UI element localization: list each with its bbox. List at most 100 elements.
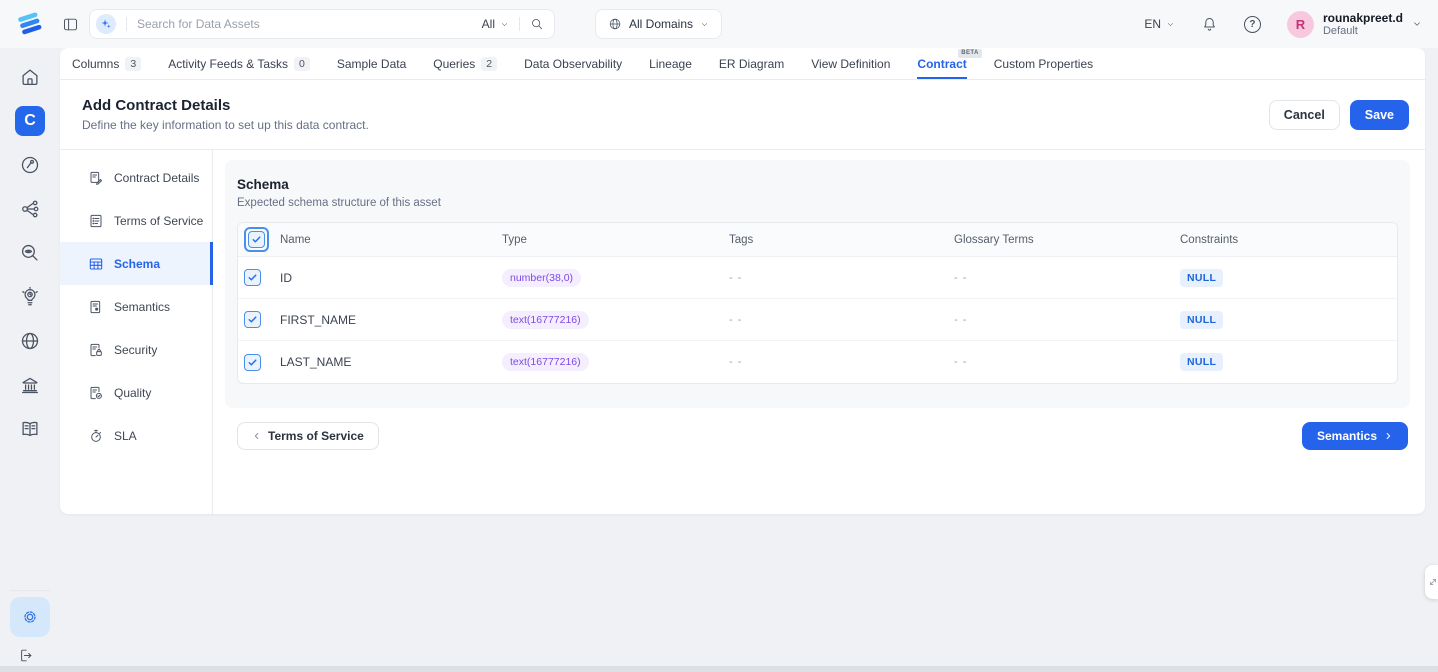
table-row: FIRST_NAME text(16777216) - - - - NULL: [238, 299, 1397, 341]
cell-name: FIRST_NAME: [280, 313, 502, 327]
asset-detail-card: Columns3 Activity Feeds & Tasks0 Sample …: [60, 48, 1425, 514]
page-title: Add Contract Details: [82, 97, 369, 114]
document-check-icon: [88, 385, 104, 401]
col-tags: Tags: [729, 234, 954, 246]
prev-step-button[interactable]: Terms of Service: [237, 422, 379, 450]
asset-tab-bar: Columns3 Activity Feeds & Tasks0 Sample …: [60, 48, 1425, 80]
tab-contract[interactable]: ContractBETA: [917, 48, 966, 79]
cell-name: ID: [280, 271, 502, 285]
tab-er-diagram[interactable]: ER Diagram: [719, 48, 784, 79]
tab-custom-properties[interactable]: Custom Properties: [994, 48, 1093, 79]
schema-title: Schema: [237, 177, 1398, 192]
step-navigation: Terms of Service Semantics: [225, 422, 1410, 450]
nav-item-label: Semantics: [114, 300, 170, 314]
topbar-right-cluster: EN ? R rounakpreet.d Default: [1144, 11, 1438, 38]
chevron-down-icon: [1166, 20, 1175, 29]
app-rail: C: [0, 48, 60, 666]
divider: [519, 17, 520, 31]
globe-icon[interactable]: [15, 326, 45, 356]
row-checkbox[interactable]: [244, 269, 261, 286]
nav-item-terms-of-service[interactable]: Terms of Service: [60, 199, 212, 242]
user-name: rounakpreet.d: [1323, 11, 1403, 25]
chevron-left-icon: [252, 431, 262, 441]
type-pill: text(16777216): [502, 353, 589, 371]
all-domains-dropdown[interactable]: All Domains: [595, 9, 722, 39]
nav-item-semantics[interactable]: Semantics: [60, 285, 212, 328]
insights-bulb-icon[interactable]: [15, 282, 45, 312]
tab-sample-data[interactable]: Sample Data: [337, 48, 406, 79]
cell-glossary-terms: - -: [954, 356, 1180, 368]
compass-icon[interactable]: [15, 150, 45, 180]
cancel-button[interactable]: Cancel: [1269, 100, 1340, 130]
contract-header: Add Contract Details Define the key info…: [60, 80, 1425, 150]
tab-data-observability[interactable]: Data Observability: [524, 48, 622, 79]
table-grid-icon: [88, 256, 104, 272]
stopwatch-icon: [88, 428, 104, 444]
ai-sparkle-icon[interactable]: [96, 14, 116, 34]
prev-step-label: Terms of Service: [268, 429, 364, 443]
atlan-logo[interactable]: [0, 8, 60, 40]
home-icon[interactable]: [15, 62, 45, 92]
beta-badge: BETA: [958, 49, 982, 58]
search-input[interactable]: [137, 17, 482, 31]
search-scope-label: All: [482, 17, 495, 31]
nav-item-contract-details[interactable]: Contract Details: [60, 156, 212, 199]
header-actions: Cancel Save: [1269, 100, 1409, 130]
tab-columns[interactable]: Columns3: [72, 48, 141, 79]
col-type: Type: [502, 234, 729, 246]
tab-activity-feeds-tasks[interactable]: Activity Feeds & Tasks0: [168, 48, 310, 79]
contract-section-nav: Contract Details Terms of Service Schema…: [60, 150, 213, 514]
resize-handle-widget[interactable]: [1425, 565, 1438, 599]
tab-queries[interactable]: Queries2: [433, 48, 497, 79]
col-name: Name: [280, 234, 502, 246]
top-bar: All All Domains EN ? R rounakpreet.d Def…: [0, 0, 1438, 48]
sidebar-toggle-icon[interactable]: [62, 16, 79, 33]
select-all-checkbox[interactable]: [248, 231, 265, 248]
next-step-button[interactable]: Semantics: [1302, 422, 1408, 450]
row-checkbox[interactable]: [244, 311, 261, 328]
lineage-network-icon[interactable]: [15, 194, 45, 224]
col-constraints: Constraints: [1180, 234, 1397, 246]
discover-search-eye-icon[interactable]: [15, 238, 45, 268]
constraint-pill: NULL: [1180, 311, 1223, 329]
select-all-focus-ring: [244, 227, 269, 252]
notifications-bell-icon[interactable]: [1201, 16, 1218, 33]
nav-item-label: Terms of Service: [114, 214, 203, 228]
col-glossary-terms: Glossary Terms: [954, 234, 1180, 246]
cell-glossary-terms: - -: [954, 314, 1180, 326]
catalog-app-icon[interactable]: C: [15, 106, 45, 136]
governance-bank-icon[interactable]: [15, 370, 45, 400]
logout-icon[interactable]: [17, 647, 34, 664]
divider: [126, 17, 127, 31]
document-list-icon: [88, 213, 104, 229]
nav-item-label: Security: [114, 343, 157, 357]
global-search[interactable]: All: [89, 9, 555, 39]
cell-tags: - -: [729, 356, 954, 368]
nav-item-schema[interactable]: Schema: [60, 242, 212, 285]
help-icon[interactable]: ?: [1244, 16, 1261, 33]
layers-logo-icon: [14, 8, 46, 40]
search-scope-dropdown[interactable]: All: [482, 17, 509, 31]
search-icon[interactable]: [530, 17, 544, 31]
row-checkbox[interactable]: [244, 354, 261, 371]
nav-item-security[interactable]: Security: [60, 328, 212, 371]
cell-tags: - -: [729, 314, 954, 326]
avatar[interactable]: R: [1287, 11, 1314, 38]
bottom-strip: [0, 666, 1438, 672]
page-subtitle: Define the key information to set up thi…: [82, 118, 369, 132]
user-menu[interactable]: R rounakpreet.d Default: [1287, 11, 1422, 38]
chevron-down-icon: [1412, 19, 1422, 29]
cell-tags: - -: [729, 272, 954, 284]
tab-lineage[interactable]: Lineage: [649, 48, 692, 79]
contract-body: Contract Details Terms of Service Schema…: [60, 150, 1425, 514]
language-dropdown[interactable]: EN: [1144, 17, 1175, 31]
schema-subtitle: Expected schema structure of this asset: [237, 197, 1398, 209]
type-pill: text(16777216): [502, 311, 589, 329]
tab-count: 3: [125, 57, 141, 71]
settings-gear-icon[interactable]: [10, 597, 50, 637]
tab-view-definition[interactable]: View Definition: [811, 48, 890, 79]
glossary-book-icon[interactable]: [15, 414, 45, 444]
save-button[interactable]: Save: [1350, 100, 1409, 130]
nav-item-sla[interactable]: SLA: [60, 414, 212, 457]
nav-item-quality[interactable]: Quality: [60, 371, 212, 414]
